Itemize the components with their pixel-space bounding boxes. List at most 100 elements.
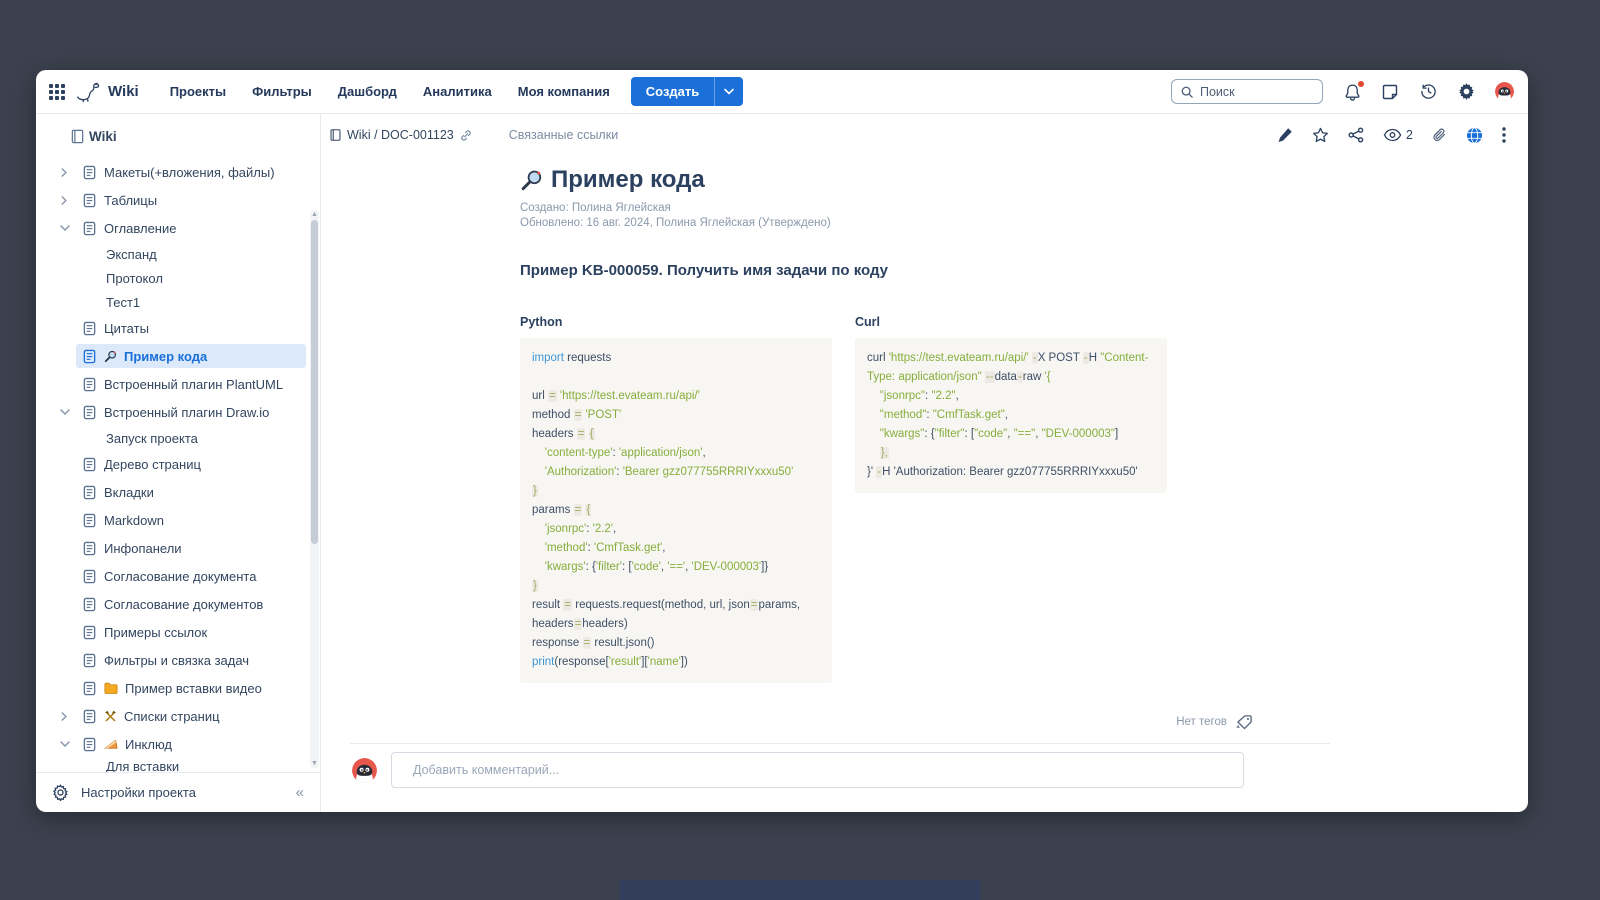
tree-toggle[interactable]	[60, 224, 76, 233]
sidebar-item[interactable]: Пример кода	[36, 342, 320, 370]
app-grid-icon[interactable]	[48, 83, 66, 101]
notifications-button[interactable]	[1343, 83, 1361, 101]
tree-row-body[interactable]: Согласование документов	[76, 592, 306, 616]
attachments-button[interactable]	[1432, 127, 1447, 143]
tree-toggle[interactable]	[60, 408, 76, 417]
tree-toggle[interactable]	[60, 740, 76, 749]
tree-row-body[interactable]: Для вставки	[76, 758, 306, 772]
tree-row-body[interactable]: Тест1	[76, 290, 306, 314]
code-line	[532, 368, 820, 387]
tree-row-body[interactable]: Вкладки	[76, 480, 306, 504]
more-menu-button[interactable]	[1502, 127, 1506, 143]
chevron-down-icon[interactable]	[60, 224, 70, 233]
sidebar-item[interactable]: Пример вставки видео	[36, 674, 320, 702]
sidebar-item[interactable]: Запуск проекта	[36, 426, 320, 450]
tree-row-body[interactable]: Экспанд	[76, 242, 306, 266]
tree-row-body[interactable]: Markdown	[76, 508, 306, 532]
scroll-up-arrow[interactable]: ▲	[310, 211, 319, 218]
related-links-tab[interactable]: Связанные ссылки	[509, 128, 618, 142]
sidebar-item[interactable]: Согласование документов	[36, 590, 320, 618]
sidebar-item[interactable]: Экспанд	[36, 242, 320, 266]
tree-row-body[interactable]: Таблицы	[76, 188, 306, 212]
code-block[interactable]: curl 'https://test.evateam.ru/api/' -X P…	[855, 338, 1167, 493]
tree-row-body[interactable]: Цитаты	[76, 316, 306, 340]
tree-row-body[interactable]: Списки страниц	[76, 704, 306, 728]
nav-link-2[interactable]: Дашборд	[327, 78, 408, 105]
sidebar-item[interactable]: Вкладки	[36, 478, 320, 506]
tree-row-body[interactable]: Согласование документа	[76, 564, 306, 588]
code-block[interactable]: import requestsurl = 'https://test.evate…	[520, 338, 832, 683]
scrollbar-thumb[interactable]	[311, 220, 318, 544]
sidebar-item[interactable]: Макеты(+вложения, файлы)	[36, 158, 320, 186]
sidebar-item[interactable]: Фильтры и связка задач	[36, 646, 320, 674]
sidebar-item[interactable]: Дерево страниц	[36, 450, 320, 478]
tag-icon[interactable]	[1236, 714, 1253, 730]
user-avatar[interactable]	[1495, 82, 1514, 101]
tree-row-body[interactable]: Дерево страниц	[76, 452, 306, 476]
create-dropdown-button[interactable]	[715, 77, 743, 106]
sidebar-item[interactable]: Примеры ссылок	[36, 618, 320, 646]
chevron-right-icon[interactable]	[60, 196, 69, 205]
favorite-button[interactable]	[1312, 127, 1329, 143]
tree-row-body[interactable]: Встроенный плагин PlantUML	[76, 372, 306, 396]
tree-toggle[interactable]	[60, 168, 76, 177]
sidebar-item[interactable]: Markdown	[36, 506, 320, 534]
hammer-and-pick-emoji-icon	[104, 710, 117, 723]
search-input[interactable]: Поиск	[1171, 79, 1323, 104]
tree-row-body[interactable]: Протокол	[76, 266, 306, 290]
tree-row-body[interactable]: Встроенный плагин Draw.io	[76, 400, 306, 424]
publish-button[interactable]	[1466, 127, 1483, 144]
views-indicator[interactable]: 2	[1383, 128, 1413, 142]
notes-button[interactable]	[1381, 83, 1399, 101]
sidebar-item[interactable]: Тест1	[36, 290, 320, 314]
settings-button[interactable]	[1457, 83, 1475, 101]
create-button[interactable]: Создать	[631, 77, 743, 106]
sidebar-item[interactable]: Инклюд	[36, 730, 320, 758]
sidebar-item[interactable]: Таблицы	[36, 186, 320, 214]
tree-toggle[interactable]	[60, 712, 76, 721]
code-line: curl 'https://test.evateam.ru/api/' -X P…	[867, 349, 1155, 368]
nav-link-1[interactable]: Фильтры	[241, 78, 323, 105]
chevron-down-icon[interactable]	[60, 408, 70, 417]
tree-row-body[interactable]: Фильтры и связка задач	[76, 648, 306, 672]
sidebar-item[interactable]: Инфопанели	[36, 534, 320, 562]
history-button[interactable]	[1419, 83, 1437, 101]
sidebar-item[interactable]: Встроенный плагин Draw.io	[36, 398, 320, 426]
sidebar-item[interactable]: Списки страниц	[36, 702, 320, 730]
taskbar-peek	[620, 880, 980, 900]
project-settings-button[interactable]: Настройки проекта	[81, 785, 196, 800]
tree-row-body[interactable]: Оглавление	[76, 216, 306, 240]
sidebar-item[interactable]: Встроенный плагин PlantUML	[36, 370, 320, 398]
tree-row-body[interactable]: Пример кода	[76, 344, 306, 368]
sidebar-item[interactable]: Оглавление	[36, 214, 320, 242]
sidebar-item[interactable]: Согласование документа	[36, 562, 320, 590]
tree-row-body[interactable]: Макеты(+вложения, файлы)	[76, 160, 306, 184]
nav-link-4[interactable]: Моя компания	[507, 78, 621, 105]
add-comment-input[interactable]: Добавить комментарий...	[391, 752, 1244, 788]
chevron-right-icon[interactable]	[60, 168, 69, 177]
chevron-down-icon[interactable]	[60, 740, 70, 749]
code-line: 'Authorization': 'Bearer gzz077755RRRIYx…	[532, 463, 820, 482]
sidebar-item[interactable]: Для вставки	[36, 758, 320, 772]
sidebar-item[interactable]: Протокол	[36, 266, 320, 290]
collapse-sidebar-button[interactable]: «	[296, 784, 304, 801]
tree-row-body[interactable]: Инклюд	[76, 732, 306, 756]
sidebar-item[interactable]: Цитаты	[36, 314, 320, 342]
scroll-down-arrow[interactable]: ▼	[310, 760, 319, 767]
share-button[interactable]	[1348, 127, 1364, 143]
tree-row-body[interactable]: Инфопанели	[76, 536, 306, 560]
tree-row-body[interactable]: Запуск проекта	[76, 426, 306, 450]
tree-row-body[interactable]: Пример вставки видео	[76, 676, 306, 700]
nav-link-3[interactable]: Аналитика	[412, 78, 503, 105]
app-window: Wiki ПроектыФильтрыДашбордАналитикаМоя к…	[36, 70, 1528, 812]
tree-toggle[interactable]	[60, 196, 76, 205]
edit-button[interactable]	[1277, 127, 1293, 143]
brand[interactable]: Wiki	[76, 80, 139, 104]
sidebar-scrollbar[interactable]: ▲ ▼	[310, 210, 319, 768]
nav-link-0[interactable]: Проекты	[159, 78, 237, 105]
chevron-right-icon[interactable]	[60, 712, 69, 721]
tree-row-body[interactable]: Примеры ссылок	[76, 620, 306, 644]
link-icon[interactable]	[459, 129, 473, 142]
breadcrumb[interactable]: Wiki / DOC-001123	[329, 128, 473, 142]
create-button-label[interactable]: Создать	[631, 77, 714, 106]
